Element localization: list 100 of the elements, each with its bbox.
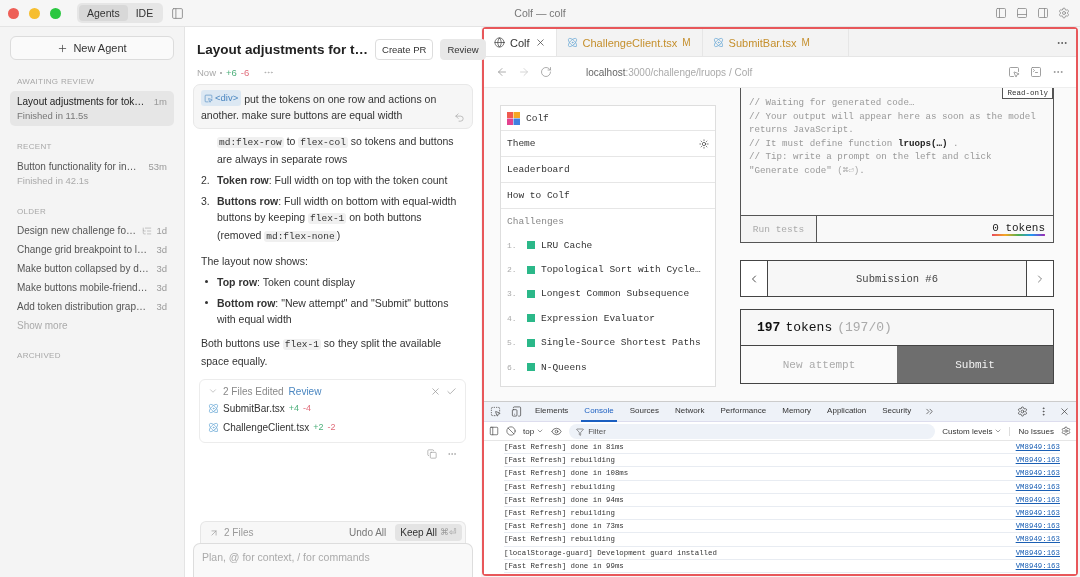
terminal-icon[interactable] <box>1030 66 1042 78</box>
review-link[interactable]: Review <box>288 385 322 397</box>
challenges-heading: Challenges <box>506 215 565 229</box>
action-button[interactable]: Create PR <box>375 39 434 60</box>
close-icon[interactable] <box>534 37 546 48</box>
lines-added: +4 <box>288 403 299 413</box>
overflow-icon[interactable] <box>924 406 936 417</box>
devtools-tab[interactable]: Security <box>879 401 915 422</box>
challenge-link[interactable]: Expression Evaluator <box>541 312 656 324</box>
close-button[interactable] <box>8 7 19 19</box>
nav-link[interactable]: How to Colf <box>507 190 709 201</box>
challenge-link[interactable]: Longest Common Subsequence <box>541 288 690 300</box>
eye-icon[interactable] <box>551 425 563 437</box>
address-field[interactable]: localhost:3000/challenge/lruops / Colf <box>586 66 998 78</box>
atom-icon <box>712 37 724 48</box>
mode-tab[interactable]: Agents <box>79 5 128 21</box>
chat-input[interactable]: Plan, @ for context, / for commands <box>193 543 473 577</box>
panel-bottom-icon[interactable] <box>1016 7 1028 19</box>
copy-icon[interactable] <box>427 448 437 459</box>
challenge-number: 1. <box>507 240 518 250</box>
previous-button[interactable] <box>741 261 768 296</box>
atom-icon <box>208 402 219 414</box>
editor-tab[interactable]: Colf <box>484 29 557 56</box>
zoom-button[interactable] <box>50 7 61 19</box>
logo-icon <box>507 111 520 125</box>
agent-item[interactable]: Add token distribution grap… 3d <box>10 297 174 316</box>
list-item-text: Top row: Token count display <box>217 274 356 290</box>
minimize-button[interactable] <box>29 7 40 19</box>
panel-icon[interactable] <box>995 7 1007 19</box>
undo-all-button[interactable]: Undo All <box>345 525 391 540</box>
devtools-tab[interactable]: Sources <box>626 401 663 422</box>
sidebar-icon[interactable] <box>489 426 499 436</box>
agent-time: 3d <box>156 244 167 255</box>
chevron-icon[interactable] <box>208 386 218 396</box>
agent-status: Finished in 42.1s <box>17 175 90 186</box>
levels-select[interactable]: Custom levels <box>942 426 1003 436</box>
mode-tab[interactable]: IDE <box>127 5 162 21</box>
agent-item[interactable]: Button functionality for in… 53m Finished in 42.1s <box>10 156 174 191</box>
panel-right-icon[interactable] <box>1037 7 1049 19</box>
close-icon[interactable] <box>1059 406 1070 417</box>
agent-title: Make buttons mobile-friend… <box>17 282 149 293</box>
score-unit: tokens <box>785 320 833 335</box>
filter-field[interactable]: Filter <box>569 423 936 439</box>
devtools-tab[interactable]: Application <box>824 401 870 422</box>
agent-item[interactable]: Layout adjustments for tok… 1m Finished in 11.5s <box>10 91 174 126</box>
device-icon[interactable] <box>511 406 522 417</box>
agent-time: 1d <box>156 225 167 236</box>
devtools-tab[interactable]: Console <box>581 401 617 422</box>
issues-button[interactable]: No Issues <box>1009 426 1054 436</box>
devtools-tab[interactable]: Memory <box>779 401 815 422</box>
keep-all-button[interactable]: Keep All ⌘⏎ <box>395 524 462 541</box>
next-button[interactable] <box>1026 261 1053 296</box>
agent-item[interactable]: Change grid breakpoint to l… 3d <box>10 240 174 259</box>
action-button[interactable]: Review <box>440 39 486 60</box>
agent-title: Add token distribution grap… <box>17 301 147 312</box>
agent-title: Change grid breakpoint to l… <box>17 244 149 255</box>
sidebar-toggle-icon[interactable] <box>171 6 185 20</box>
agent-item[interactable]: Design new challenge fo… 1d <box>10 221 174 240</box>
devtools-tab[interactable]: Network <box>672 401 708 422</box>
nav-link[interactable]: Theme <box>507 138 693 149</box>
section-heading: ARCHIVED <box>16 350 62 362</box>
agent-item[interactable]: Make button collapsed by d… 3d <box>10 259 174 278</box>
check-icon[interactable] <box>446 385 457 397</box>
code-comment: // It must define function lruops(…) . <box>749 136 960 150</box>
back-icon[interactable] <box>496 66 508 78</box>
challenge-number: 5. <box>507 338 518 348</box>
settings-icon[interactable] <box>1017 406 1028 417</box>
agent-item[interactable]: Make buttons mobile-friend… 3d <box>10 278 174 297</box>
new-agent-button[interactable]: New Agent <box>10 36 174 60</box>
code-comment: // Tip: write a prompt on the left and click "Generate code" (⌘⏎). <box>749 150 993 177</box>
agent-time: 3d <box>156 282 167 293</box>
lines-removed: -4 <box>302 403 311 413</box>
agent-time: 3d <box>156 301 167 312</box>
section-heading: OLDER <box>16 206 48 218</box>
sun-icon[interactable] <box>699 138 709 149</box>
globe-icon <box>494 37 505 48</box>
context-select[interactable]: top <box>523 426 545 436</box>
brand-name[interactable]: Colf <box>526 112 709 124</box>
undo-icon[interactable] <box>454 111 465 123</box>
clear-icon[interactable] <box>506 426 516 436</box>
pointer-icon[interactable] <box>1008 66 1020 78</box>
challenge-link[interactable]: Topological Sort with Cycle… <box>541 264 701 276</box>
nav-link[interactable]: Leaderboard <box>507 164 709 175</box>
inspect-icon[interactable] <box>490 406 501 417</box>
settings-icon[interactable] <box>1058 7 1070 19</box>
close-icon[interactable] <box>430 385 441 397</box>
challenge-link[interactable]: LRU Cache <box>541 239 593 251</box>
section-heading: AWAITING REVIEW <box>16 76 96 88</box>
settings-icon[interactable] <box>1061 426 1071 436</box>
devtools-tab[interactable]: Performance <box>717 401 770 422</box>
challenge-link[interactable]: Single-Source Shortest Paths <box>541 337 701 349</box>
agent-time: 1m <box>153 96 167 107</box>
file-name[interactable]: ChallengeClient.tsx <box>223 421 310 433</box>
agent-title: Make button collapsed by d… <box>17 263 150 274</box>
devtools-tab[interactable]: Elements <box>532 401 572 422</box>
file-name[interactable]: SubmitBar.tsx <box>223 402 285 414</box>
submit-button[interactable]: Submit <box>897 346 1053 383</box>
agent-time: 3d <box>156 263 167 274</box>
reload-icon[interactable] <box>540 66 552 78</box>
challenge-link[interactable]: N-Queens <box>541 361 587 373</box>
